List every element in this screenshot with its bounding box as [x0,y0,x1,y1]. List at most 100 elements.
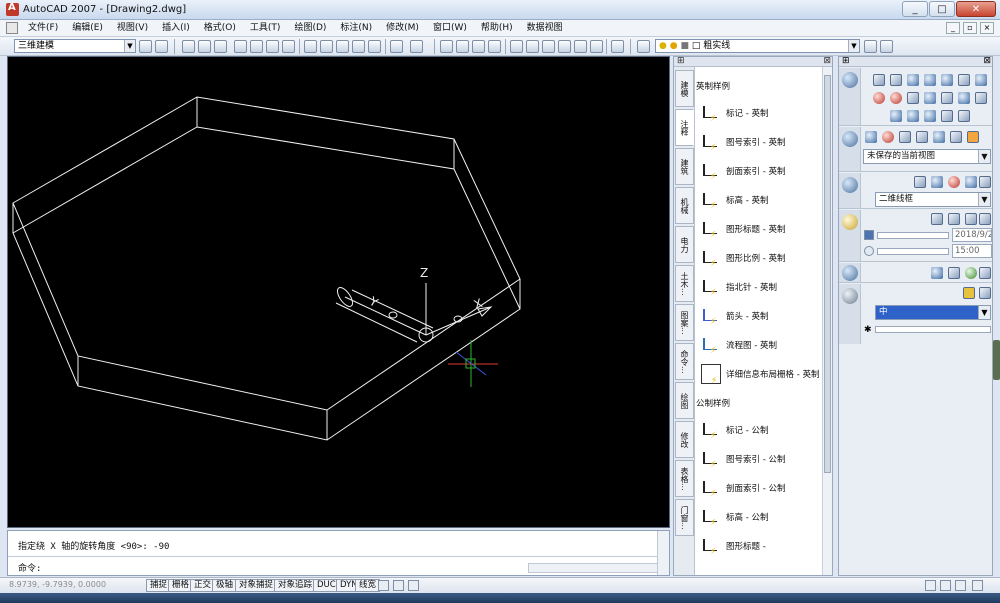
torus-icon[interactable] [975,74,987,86]
new-file-icon[interactable] [182,40,195,53]
tool-section-index-imperial[interactable]: ⚡ 剖面索引 - 英制 [701,158,827,184]
visual-style-manager-icon[interactable] [979,176,991,188]
apply-material-icon[interactable] [965,267,977,279]
workspace-save-icon[interactable] [155,40,168,53]
status-menu-arrow-icon[interactable] [955,580,966,591]
point-light-icon[interactable] [931,213,943,225]
command-line[interactable]: 指定绕 X 轴的旋转角度 <90>: -90 命令: [7,530,670,576]
cut-icon[interactable] [304,40,317,53]
section-plane-icon[interactable] [958,110,970,122]
design-center-icon[interactable] [526,40,539,53]
box-icon[interactable] [873,74,885,86]
model-space-icon[interactable] [378,580,389,591]
publish-icon[interactable] [266,40,279,53]
menu-tools[interactable]: 工具(T) [243,20,288,37]
material-attach-icon[interactable] [979,267,991,279]
dashboard-grip-icon[interactable]: ⊞ [842,57,850,66]
3d-make-icon[interactable] [842,72,858,88]
menu-window[interactable]: 窗口(W) [426,20,474,37]
menu-modify[interactable]: 修改(M) [379,20,426,37]
revolve-icon[interactable] [958,92,970,104]
properties-icon[interactable] [510,40,523,53]
make-object-layer-current-icon[interactable] [864,40,877,53]
zoom-realtime-icon[interactable] [456,40,469,53]
tool-tag-imperial[interactable]: ⚡ 标记 - 英制 [701,100,827,126]
sweep-icon[interactable] [941,92,953,104]
help-icon[interactable] [611,40,624,53]
save-icon[interactable] [214,40,227,53]
tab-civil[interactable]: 土木... [675,265,694,302]
palette-grip-icon[interactable]: ⊞ [677,57,685,66]
undo-icon[interactable] [390,40,403,53]
tab-modify[interactable]: 修改 [675,421,694,458]
tab-electrical[interactable]: 电力 [675,226,694,263]
menu-file[interactable]: 文件(F) [21,20,65,37]
3d-rotate-icon[interactable] [890,92,902,104]
tool-arrow-imperial[interactable]: ⚡ 箭头 - 英制 [701,303,827,329]
render-region-icon[interactable] [963,287,975,299]
menu-format[interactable]: 格式(O) [197,20,243,37]
palette-scrollbar[interactable] [822,67,832,575]
layer-manager-icon[interactable] [637,40,650,53]
lineweight-toggle[interactable]: 线宽 [355,579,381,592]
tool-drawing-scale-imperial[interactable]: ⚡ 图形比例 - 英制 [701,245,827,271]
menu-data-view[interactable]: 数据视图 [520,20,570,37]
slice-icon[interactable] [941,110,953,122]
doc-minimize-button[interactable]: _ [946,22,960,34]
visual-style-dropdown[interactable]: 二维线框 ▼ [875,192,991,207]
paste-icon[interactable] [336,40,349,53]
copy-icon[interactable] [320,40,333,53]
document-icon[interactable] [6,22,18,34]
named-views-icon[interactable] [950,131,962,143]
command-scrollbar[interactable] [657,531,669,575]
menu-help[interactable]: 帮助(H) [474,20,520,37]
zoom-3d-icon[interactable] [916,131,928,143]
subtract-icon[interactable] [907,110,919,122]
spot-light-icon[interactable] [948,213,960,225]
palette-close-icon[interactable]: ⊠ [823,57,831,66]
render-settings-icon[interactable] [979,287,991,299]
plot-icon[interactable] [234,40,247,53]
materials-icon[interactable] [842,265,858,281]
tool-detail-layout-grid-imperial[interactable]: ⚡ 详细信息布局栅格 - 英制 [701,361,827,387]
otrack-toggle[interactable]: 对象追踪 [274,579,317,592]
pan-icon[interactable] [440,40,453,53]
tab-tables[interactable]: 表格... [675,460,694,497]
date-slider[interactable] [877,232,949,239]
visual-style-icon[interactable] [842,177,858,193]
tab-architectural[interactable]: 建筑 [675,148,694,185]
conceptual-style-icon[interactable] [965,176,977,188]
palette-scroll-thumb[interactable] [824,75,831,473]
view-dropdown[interactable]: 未保存的当前视图 ▼ [863,149,991,164]
zoom-window-icon[interactable] [472,40,485,53]
workspace-dropdown[interactable]: 三维建模 ▼ [14,39,136,53]
tab-command[interactable]: 命令... [675,343,694,380]
osnap-toggle[interactable]: 对象捕捉 [235,579,278,592]
tool-elevation-imperial[interactable]: ⚡ 标高 - 英制 [701,187,827,213]
walk-icon[interactable] [933,131,945,143]
redo-icon[interactable] [410,40,423,53]
dashboard-close-icon[interactable]: ⊠ [983,57,991,66]
sheet-set-icon[interactable] [558,40,571,53]
layer-previous-icon[interactable] [880,40,893,53]
tool-north-arrow-imperial[interactable]: ⚡ 指北针 - 英制 [701,274,827,300]
polar-toggle[interactable]: 极轴 [212,579,238,592]
date-value[interactable]: 2018/9/2 [952,228,992,242]
distant-light-icon[interactable] [965,213,977,225]
menu-edit[interactable]: 编辑(E) [65,20,110,37]
tab-mechanical[interactable]: 机械 [675,187,694,224]
block-editor-icon[interactable] [368,40,381,53]
hidden-style-icon[interactable] [931,176,943,188]
3d-navigate-icon[interactable] [842,131,858,147]
minimize-button[interactable]: _ [902,1,928,17]
doc-restore-button[interactable]: ▫ [963,22,977,34]
time-slider[interactable] [877,248,949,255]
3d-move-icon[interactable] [873,92,885,104]
viewport-icon[interactable] [967,131,979,143]
menu-view[interactable]: 视图(V) [110,20,155,37]
presspull-icon[interactable] [924,92,936,104]
close-small-icon[interactable]: ✱ [864,325,874,335]
3d-dwf-icon[interactable] [282,40,295,53]
tool-section-index-metric[interactable]: ⚡ 剖面索引 - 公制 [701,475,827,501]
open-file-icon[interactable] [198,40,211,53]
